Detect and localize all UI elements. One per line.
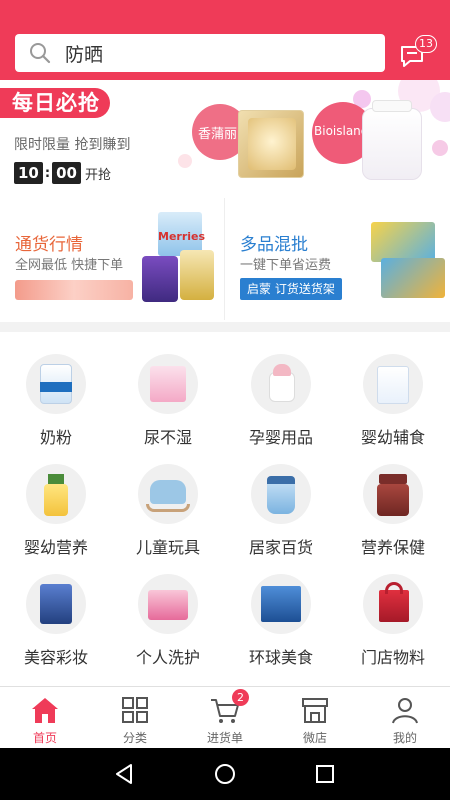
app-header: 防晒 13 [0,0,450,80]
countdown-timer: 10 : 00 开抢 [14,162,111,184]
tab-home[interactable]: 首页 [0,687,90,748]
category-item-cosmetics[interactable]: 美容彩妆 [0,560,112,670]
category-item-health[interactable]: 营养保健 [337,450,449,560]
promo-card-mixed[interactable]: 多品混批 一键下单省运费 启蒙 订货送货架 [225,198,450,320]
section-divider [0,322,450,332]
supplement-bottle-image [362,108,422,180]
cosmetics-icon [26,574,86,634]
timer-hours: 10 [14,162,43,184]
daily-deals-tag: 每日必抢 [0,88,110,118]
promo-subtitle: 一键下单省运费 [240,258,332,273]
decor-bubble [430,92,450,122]
decor-bubble [178,154,192,168]
category-item-baby-supplies[interactable]: 孕婴用品 [225,340,337,450]
category-item-nutrition[interactable]: 婴幼营养 [0,450,112,560]
cart-count-badge: 2 [232,689,249,706]
category-item-store-supplies[interactable]: 门店物料 [337,560,449,670]
system-nav-bar [0,748,450,800]
promo-card-market[interactable]: 通货行情 全网最低 快捷下单 Merries [0,198,225,320]
cereal-icon [251,574,311,634]
tab-shop[interactable]: 微店 [270,687,360,748]
bottom-tab-bar: 首页 分类 2 进货单 微店 我的 [0,686,450,748]
baby-food-icon [363,354,423,414]
milk-powder-icon [26,354,86,414]
home-circle-icon[interactable] [213,762,237,786]
recent-apps-icon[interactable] [313,762,337,786]
milk-can-image [180,250,214,300]
category-item-diaper[interactable]: 尿不湿 [112,340,224,450]
search-bar[interactable]: 防晒 [15,34,385,72]
shop-icon [302,698,328,723]
user-icon [392,698,418,724]
category-item-baby-food[interactable]: 婴幼辅食 [337,340,449,450]
message-count-badge: 13 [415,35,437,53]
store-bag-icon [363,574,423,634]
category-item-global-food[interactable]: 环球美食 [225,560,337,670]
search-query: 防晒 [65,43,104,66]
personal-care-icon [138,574,198,634]
daily-deals-desc: 限时限量 抢到賺到 [14,137,131,153]
nutrition-icon [26,464,86,524]
promo-subtitle: 全网最低 快捷下单 [15,258,124,273]
baby-bottle-icon [251,354,311,414]
promo-order-button[interactable]: 启蒙 订货送货架 [240,278,342,300]
promo-title: 多品混批 [240,235,308,255]
diaper-icon [138,354,198,414]
promo-row: 通货行情 全网最低 快捷下单 Merries 多品混批 一键下单省运费 启蒙 订… [0,198,450,320]
back-icon[interactable] [113,762,137,786]
category-item-personal-care[interactable]: 个人洗护 [112,560,224,670]
face-mask-product-image [248,118,296,170]
promo-title: 通货行情 [15,235,83,255]
toy-horse-icon [138,464,198,524]
supplement-bottle-cap [372,100,412,112]
tab-cart[interactable]: 2 进货单 [180,687,270,748]
message-button[interactable]: 13 [398,35,438,71]
tab-profile[interactable]: 我的 [360,687,450,748]
daily-deals-banner[interactable]: 每日必抢 限时限量 抢到賺到 10 : 00 开抢 香蒲丽 Bioisland [0,80,450,195]
category-item-milk-powder[interactable]: 奶粉 [0,340,112,450]
category-grid: 奶粉 尿不湿 孕婴用品 婴幼辅食 婴幼营养 儿童玩具 居家百货 营养保健 美容彩… [0,340,450,680]
promo-blurred-banner [15,280,133,300]
brand-name: 香蒲丽 [198,127,238,142]
tab-category[interactable]: 分类 [90,687,180,748]
search-icon [30,43,51,64]
water-jug-icon [251,464,311,524]
timer-minutes: 00 [52,162,81,184]
category-item-household[interactable]: 居家百货 [225,450,337,560]
supplement-icon [363,464,423,524]
grid-icon [122,697,148,723]
toy-box-image [371,222,435,262]
category-item-toys[interactable]: 儿童玩具 [112,450,224,560]
milk-can-image [142,256,178,302]
toy-box-image [381,258,445,298]
decor-bubble [432,140,448,156]
brand-name: Bioisland [314,124,369,138]
home-icon [32,698,58,723]
timer-suffix: 开抢 [84,167,111,183]
